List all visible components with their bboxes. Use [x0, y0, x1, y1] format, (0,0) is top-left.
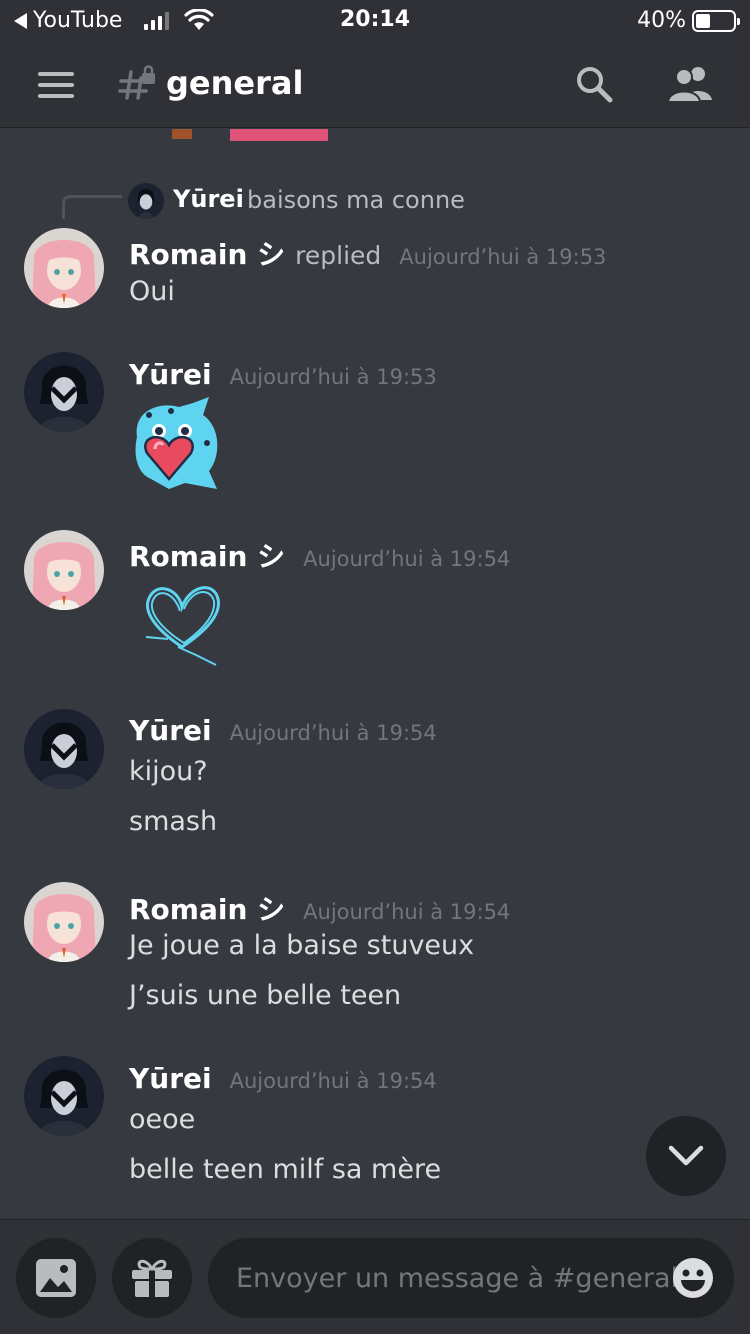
search-icon[interactable]: [574, 64, 614, 104]
timestamp: Aujourd’hui à 19:54: [303, 900, 511, 924]
message-text: oeoe: [129, 1104, 196, 1135]
message-header: Romain シ Aujourd’hui à 19:54: [129, 888, 510, 928]
message-header: Romain シ replied Aujourd’hui à 19:53: [129, 233, 606, 273]
heart-creature-sticker[interactable]: [129, 397, 225, 493]
reply-connector: [62, 195, 122, 219]
gift-icon: [132, 1259, 172, 1297]
author-name[interactable]: Yūrei: [129, 714, 212, 747]
avatar[interactable]: [24, 1056, 104, 1136]
reply-author[interactable]: Yūrei: [173, 185, 244, 213]
message-text: kijou?: [129, 756, 208, 787]
locked-channel-icon: [118, 65, 155, 100]
author-name[interactable]: Yūrei: [129, 358, 212, 391]
author-name[interactable]: Romain シ: [129, 535, 285, 575]
emoji-icon[interactable]: [672, 1257, 714, 1299]
blue-heart-sticker[interactable]: [138, 577, 228, 667]
jump-to-bottom-button[interactable]: [646, 1116, 726, 1196]
message-text: J’suis une belle teen: [129, 980, 402, 1011]
author-name[interactable]: Romain シ: [129, 888, 285, 928]
message-header: Yūrei Aujourd’hui à 19:54: [129, 714, 437, 747]
battery-percent: 40%: [637, 8, 686, 33]
timestamp: Aujourd’hui à 19:54: [229, 721, 437, 745]
timestamp: Aujourd’hui à 19:53: [229, 365, 437, 389]
message-text: smash: [129, 806, 218, 837]
upload-image-button[interactable]: [16, 1238, 96, 1318]
channel-name: general: [166, 64, 304, 102]
author-name[interactable]: Yūrei: [129, 1062, 212, 1095]
channel-header: general: [0, 42, 750, 128]
avatar[interactable]: [24, 882, 104, 962]
top-bar: YouTube 20:14 40% general: [0, 0, 750, 128]
battery-fill: [696, 14, 710, 28]
message-header: Yūrei Aujourd’hui à 19:54: [129, 1062, 437, 1095]
menu-icon[interactable]: [38, 72, 74, 98]
message-header: Romain シ Aujourd’hui à 19:54: [129, 535, 510, 575]
message-composer: [0, 1219, 750, 1334]
message-input-container[interactable]: [208, 1238, 734, 1318]
avatar[interactable]: [128, 183, 164, 219]
avatar[interactable]: [24, 228, 104, 308]
message-header: Yūrei Aujourd’hui à 19:53: [129, 358, 437, 391]
timestamp: Aujourd’hui à 19:54: [229, 1069, 437, 1093]
message-input[interactable]: [236, 1238, 676, 1318]
timestamp: Aujourd’hui à 19:53: [399, 245, 607, 269]
message-text: Oui: [129, 276, 175, 307]
message-text: belle teen milf sa mère: [129, 1154, 442, 1185]
author-name[interactable]: Romain シ: [129, 233, 285, 273]
avatar[interactable]: [24, 352, 104, 432]
replied-label: replied: [295, 241, 382, 270]
gift-button[interactable]: [112, 1238, 192, 1318]
previous-sticker-fragment: [172, 129, 328, 141]
reply-preview-text[interactable]: baisons ma conne: [247, 186, 465, 214]
avatar[interactable]: [24, 530, 104, 610]
battery-icon: [692, 10, 740, 32]
avatar[interactable]: [24, 709, 104, 789]
chevron-down-icon: [668, 1145, 704, 1166]
timestamp: Aujourd’hui à 19:54: [303, 547, 511, 571]
message-text: Je joue a la baise stuveux: [129, 930, 475, 961]
image-icon: [36, 1259, 76, 1297]
members-icon[interactable]: [666, 64, 714, 104]
status-bar: YouTube 20:14 40%: [0, 0, 750, 42]
message-list[interactable]: Yūrei baisons ma conne Romain シ replied …: [0, 129, 750, 1219]
